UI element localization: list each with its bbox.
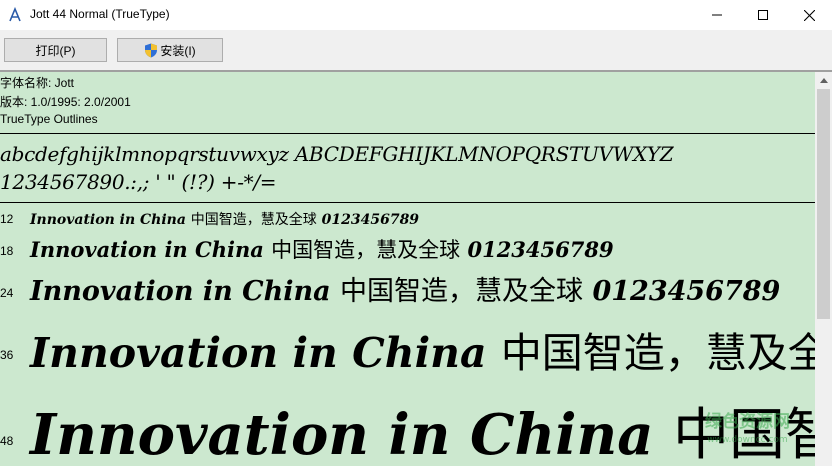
sample-digits: 0123456789	[592, 276, 781, 307]
sample-cjk: 中国智造，慧及全球	[340, 276, 584, 307]
minimize-icon	[712, 14, 722, 16]
chevron-up-icon	[819, 78, 828, 83]
sample-latin: Innovation in China	[30, 237, 264, 262]
charset-symbols: 1234567890.:,; ' " (!?) +-*/=	[0, 170, 277, 194]
maximize-button[interactable]	[740, 0, 786, 30]
maximize-icon	[758, 10, 768, 20]
size-label: 24	[0, 286, 14, 300]
sample-cjk: 中国智造，慧及全	[500, 329, 815, 377]
sample-cjk: 中国智造，慧及全球	[271, 238, 461, 262]
minimize-button[interactable]	[694, 0, 740, 30]
size-label: 48	[0, 434, 14, 448]
close-icon	[803, 9, 815, 21]
font-viewer-icon	[9, 7, 21, 22]
sample-line-24: Innovation in China 中国智造，慧及全球 0123456789	[30, 269, 780, 308]
divider	[0, 202, 815, 203]
window-title: Jott 44 Normal (TrueType)	[30, 7, 170, 21]
watermark-main: 绿色资源网	[705, 412, 790, 432]
font-type-line: TrueType Outlines	[0, 112, 98, 126]
watermark: 绿色资源网 www.downcc.com	[680, 413, 815, 465]
sample-digits: 0123456789	[321, 212, 420, 228]
toolbar: 打印(P) 安装(I)	[0, 30, 832, 70]
title-bar: Jott 44 Normal (TrueType)	[0, 0, 832, 30]
sample-digits: 0123456789	[467, 237, 614, 262]
sample-latin: Innovation in China	[30, 276, 331, 307]
sample-latin: Innovation in China	[30, 212, 186, 228]
print-button[interactable]: 打印(P)	[4, 38, 107, 62]
font-name-line: 字体名称: Jott	[0, 76, 75, 90]
divider	[0, 133, 815, 134]
sample-line-36: Innovation in China 中国智造，慧及全	[30, 319, 815, 379]
print-button-label: 打印(P)	[35, 43, 76, 58]
watermark-url: www.downcc.com	[707, 435, 788, 445]
scroll-up-button[interactable]	[815, 72, 832, 89]
size-label: 12	[0, 212, 14, 226]
sample-latin: Innovation in China	[30, 402, 654, 466]
close-button[interactable]	[786, 0, 832, 30]
vertical-scrollbar[interactable]	[815, 72, 832, 466]
sample-latin: Innovation in China	[30, 329, 487, 377]
install-button-label: 安装(I)	[160, 43, 196, 58]
font-version-line: 版本: 1.0/1995: 2.0/2001	[0, 95, 131, 109]
size-label: 36	[0, 348, 14, 362]
uac-shield-icon	[145, 43, 158, 57]
install-button[interactable]: 安装(I)	[117, 38, 223, 62]
sample-cjk: 中国智造，慧及全球	[190, 212, 317, 228]
scrollbar-thumb[interactable]	[817, 89, 830, 319]
sample-line-12: Innovation in China 中国智造，慧及全球 0123456789	[30, 209, 419, 229]
font-preview-area: 字体名称: Jott 版本: 1.0/1995: 2.0/2001 TrueTy…	[0, 72, 815, 466]
size-label: 18	[0, 244, 14, 258]
sample-line-18: Innovation in China 中国智造，慧及全球 0123456789	[30, 234, 614, 264]
charset-letters: abcdefghijklmnopqrstuvwxyz ABCDEFGHIJKLM…	[0, 142, 674, 166]
